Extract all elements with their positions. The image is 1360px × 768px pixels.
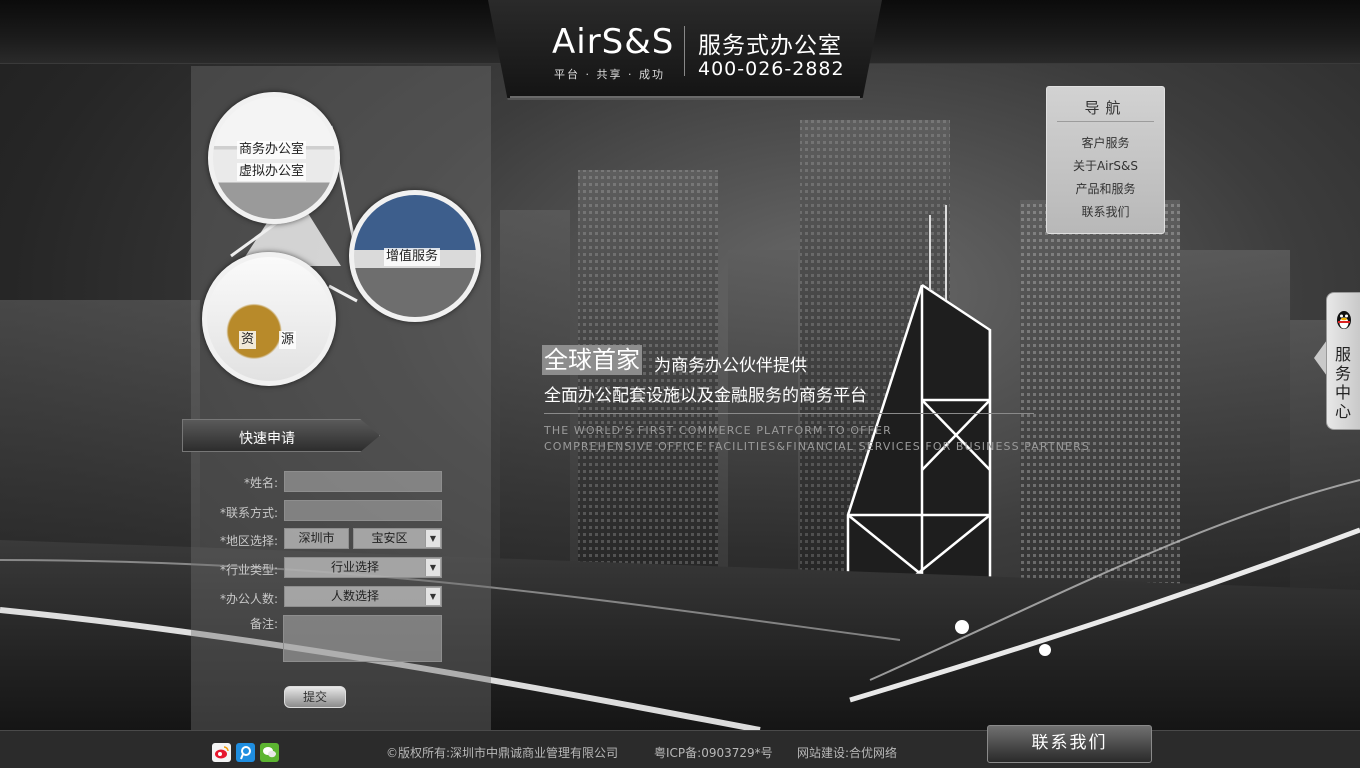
headline-rest: 为商务办公伙伴提供 — [654, 356, 807, 376]
district-select-value: 宝安区 — [371, 531, 408, 545]
nav-item-about[interactable]: 关于AirS&S — [1047, 157, 1164, 174]
service-center-tab[interactable]: 服务中心 — [1326, 292, 1360, 430]
region-label: *地区选择: — [219, 534, 278, 548]
city-select-value: 深圳市 — [298, 531, 335, 545]
people-select[interactable]: 人数选择 ▼ — [284, 586, 442, 607]
people-label: *办公人数: — [219, 592, 278, 606]
footer-icp[interactable]: 粤ICP备:0903729*号 — [654, 744, 773, 761]
footer-copyright: ©版权所有:深圳市中鼎诚商业管理有限公司 — [386, 746, 619, 760]
logo-divider — [684, 26, 685, 76]
bubble-office-label-1: 商务办公室 — [237, 141, 307, 159]
logo-panel[interactable]: AirS&S 平台 · 共享 · 成功 服务式办公室 400-026-2882 — [488, 0, 882, 100]
page-background: AirS&S 平台 · 共享 · 成功 服务式办公室 400-026-2882 … — [0, 0, 1360, 768]
industry-select[interactable]: 行业选择 ▼ — [284, 557, 442, 578]
district-select[interactable]: 宝安区 ▼ — [353, 528, 442, 549]
bubble-value-service-photo[interactable]: 增值服务 — [349, 190, 481, 322]
contact-us-button[interactable]: 联系我们 — [987, 725, 1152, 763]
brand-logo: AirS&S — [552, 22, 675, 62]
qq-penguin-icon — [1337, 311, 1351, 329]
chevron-down-icon: ▼ — [425, 530, 440, 547]
nav-item-contact[interactable]: 联系我们 — [1047, 203, 1164, 220]
service-name: 服务式办公室 — [698, 33, 842, 59]
nav-title: 导航 — [1084, 99, 1127, 117]
nav-item-products[interactable]: 产品和服务 — [1047, 180, 1164, 197]
industry-select-value: 行业选择 — [330, 560, 379, 574]
nav-box: 导航 客户服务 关于AirS&S 产品和服务 联系我们 — [1046, 86, 1165, 234]
nav-item-customer-service[interactable]: 客户服务 — [1047, 134, 1164, 151]
name-field[interactable] — [284, 471, 442, 492]
headline-english-line1: THE WORLD'S FIRST COMMERCE PLATFORM TO O… — [544, 424, 892, 437]
quick-apply-tab: 快速申请 — [182, 419, 380, 452]
phone-number: 400-026-2882 — [698, 58, 845, 80]
chevron-down-icon: ▼ — [425, 559, 440, 576]
footer-builder[interactable]: 网站建设:合优网络 — [797, 744, 897, 761]
headline-divider — [544, 413, 1034, 414]
footer: ©版权所有:深圳市中鼎诚商业管理有限公司 粤ICP备:0903729*号 网站建… — [0, 730, 1360, 768]
people-select-value: 人数选择 — [330, 589, 379, 603]
brand-slogan: 平台 · 共享 · 成功 — [554, 68, 665, 81]
headline-highlight: 全球首家 — [542, 345, 642, 375]
bubble-office-label-2: 虚拟办公室 — [237, 163, 307, 181]
chevron-down-icon: ▼ — [425, 588, 440, 605]
bubble-resource-label-1: 资 — [239, 331, 257, 349]
service-center-label: 服务中心 — [1335, 345, 1352, 421]
wechat-icon[interactable] — [260, 743, 279, 762]
bubble-value-label: 增值服务 — [384, 248, 441, 266]
contact-label: *联系方式: — [219, 506, 278, 520]
bubble-office-photo[interactable]: 商务办公室 虚拟办公室 — [208, 92, 340, 224]
nav-divider — [1057, 121, 1154, 122]
headline-english-line2: COMPREHENSIVE OFFICE FACILITIES&FINANCIA… — [544, 440, 1090, 453]
contact-field[interactable] — [284, 500, 442, 521]
notes-label: 备注: — [249, 617, 278, 631]
bubble-resource-photo[interactable]: 资 源 — [202, 252, 336, 386]
submit-button[interactable]: 提交 — [284, 686, 346, 708]
tencent-weibo-icon[interactable] — [236, 743, 255, 762]
industry-label: *行业类型: — [219, 563, 278, 577]
notes-field[interactable] — [283, 615, 442, 662]
name-label: *姓名: — [243, 476, 278, 490]
quick-apply-title: 快速申请 — [239, 431, 295, 447]
city-select[interactable]: 深圳市 — [284, 528, 349, 549]
bubble-resource-label-2: 源 — [279, 331, 297, 349]
weibo-icon[interactable] — [212, 743, 231, 762]
headline-line2: 全面办公配套设施以及金融服务的商务平台 — [544, 386, 867, 406]
